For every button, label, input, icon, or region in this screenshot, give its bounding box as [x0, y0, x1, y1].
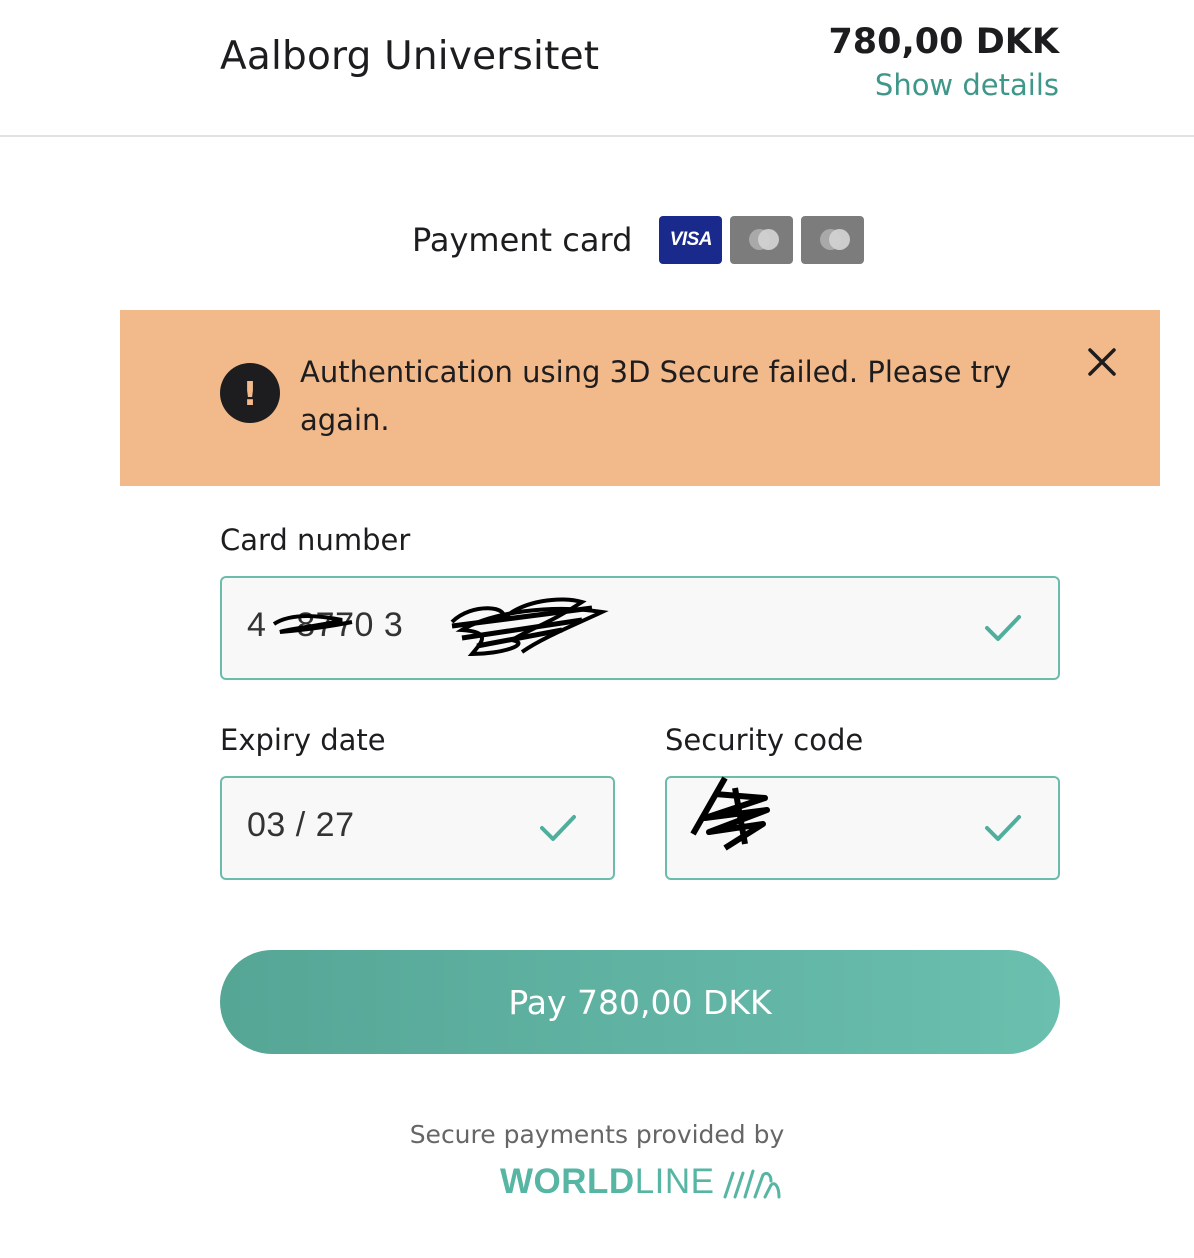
alert-message: Authentication using 3D Secure failed. P…: [300, 355, 1012, 437]
close-icon[interactable]: [1084, 344, 1120, 380]
security-code-redaction-scribble: [690, 776, 770, 851]
payment-card-label: Payment card: [412, 221, 633, 259]
worldline-waves-icon: [723, 1169, 781, 1199]
expiry-valid-check-icon: [540, 815, 576, 841]
expiry-date-label: Expiry date: [220, 723, 386, 757]
mastercard-logo: [730, 216, 794, 264]
maestro-logo: [801, 216, 865, 264]
expiry-date-value: 03 / 27: [247, 806, 355, 844]
card-number-input[interactable]: 4⁠ ⁠ ⁠ ⁠8770 3: [220, 576, 1060, 680]
error-alert: ! Authentication using 3D Secure failed.…: [120, 310, 1160, 486]
worldline-logo: WORLDLINE: [500, 1162, 783, 1202]
show-details-link[interactable]: Show details: [875, 68, 1059, 102]
security-code-input[interactable]: [665, 776, 1060, 880]
merchant-name: Aalborg Universitet: [220, 34, 600, 79]
visa-logo: VISA: [659, 216, 723, 264]
security-code-label: Security code: [665, 723, 864, 757]
exclamation-icon: !: [220, 363, 280, 423]
expiry-date-input[interactable]: 03 / 27: [220, 776, 615, 880]
header: Aalborg Universitet 780,00 DKK Show deta…: [0, 0, 1194, 137]
worldline-brand-bold: WORLD: [500, 1162, 635, 1201]
card-number-valid-check-icon: [985, 615, 1021, 641]
secure-payments-text: Secure payments provided by: [409, 1120, 785, 1149]
security-code-valid-check-icon: [985, 815, 1021, 841]
redaction-scribble: [272, 597, 609, 657]
worldline-brand-light: LINE: [634, 1162, 715, 1201]
card-number-label: Card number: [220, 523, 411, 557]
total-amount: 780,00 DKK: [828, 22, 1059, 62]
payment-method-row: Payment card VISA: [412, 214, 872, 266]
pay-button[interactable]: Pay 780,00 DKK: [220, 950, 1060, 1054]
